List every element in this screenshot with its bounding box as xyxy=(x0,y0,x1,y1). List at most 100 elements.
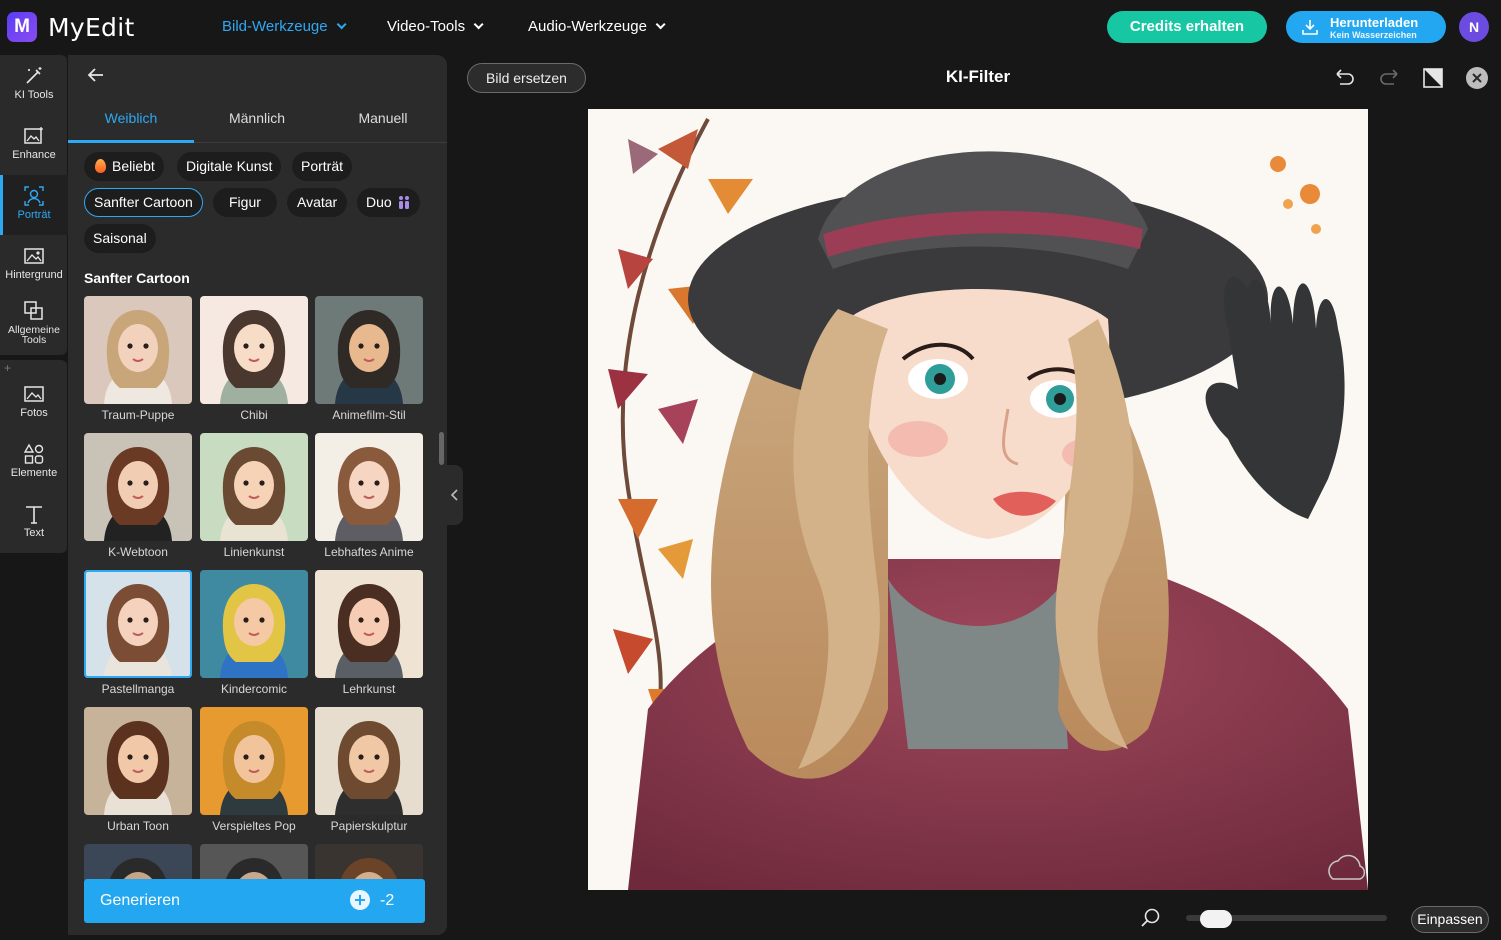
undo-icon[interactable] xyxy=(1333,66,1357,90)
download-label: Herunterladen xyxy=(1330,15,1419,30)
style-card[interactable]: Papierskulptur xyxy=(315,707,423,833)
chevron-down-icon xyxy=(336,19,347,30)
style-card[interactable]: Linienkunst xyxy=(200,433,308,559)
style-card[interactable]: Lehrkunst xyxy=(315,570,423,696)
chip-avatar[interactable]: Avatar xyxy=(287,188,348,217)
style-card[interactable]: Traum-Puppe xyxy=(84,296,192,422)
style-card[interactable] xyxy=(315,844,423,880)
gender-tabs: Weiblich Männlich Manuell xyxy=(68,103,447,143)
style-card[interactable] xyxy=(200,844,308,880)
rail-allgemeine-tools[interactable]: Allgemeine Tools xyxy=(0,290,68,350)
close-button[interactable] xyxy=(1466,67,1488,89)
style-label: Chibi xyxy=(240,408,268,422)
generate-button[interactable]: Generieren -2 xyxy=(84,879,425,923)
chip-sanfter-cartoon[interactable]: Sanfter Cartoon xyxy=(84,188,203,217)
style-card[interactable]: Kindercomic xyxy=(200,570,308,696)
chip-beliebt[interactable]: Beliebt xyxy=(84,152,164,181)
chip-figur[interactable]: Figur xyxy=(213,188,277,217)
style-thumbnail xyxy=(315,844,423,880)
generate-label: Generieren xyxy=(100,892,181,909)
illustration xyxy=(588,109,1368,890)
app-name[interactable]: MyEdit xyxy=(48,13,135,42)
back-arrow-icon[interactable] xyxy=(86,65,106,85)
download-button[interactable]: Herunterladen Kein Wasserzeichen xyxy=(1286,11,1446,43)
compare-icon[interactable] xyxy=(1421,66,1445,90)
fit-button[interactable]: Einpassen xyxy=(1411,906,1489,933)
chip-digitale-kunst[interactable]: Digitale Kunst xyxy=(177,152,282,181)
style-card[interactable]: Chibi xyxy=(200,296,308,422)
style-thumbnail xyxy=(84,707,192,815)
style-card[interactable]: Urban Toon xyxy=(84,707,192,833)
chip-saisonal[interactable]: Saisonal xyxy=(84,224,156,253)
nav-label: Bild-Werkzeuge xyxy=(222,18,328,35)
credits-button[interactable]: Credits erhalten xyxy=(1107,11,1267,43)
nav-video-tools[interactable]: Video-Tools xyxy=(387,18,484,35)
style-label: Lebhaftes Anime xyxy=(324,545,414,559)
rail-label: Elemente xyxy=(10,467,58,479)
style-label: K-Webtoon xyxy=(108,545,168,559)
user-avatar[interactable]: N xyxy=(1459,12,1489,42)
style-card[interactable] xyxy=(84,844,192,880)
chevron-left-icon xyxy=(450,489,458,501)
chip-duo[interactable]: Duo xyxy=(357,188,420,217)
rail-fotos[interactable]: Fotos xyxy=(0,373,68,433)
style-thumbnail xyxy=(315,433,423,541)
nav-audio-werkzeuge[interactable]: Audio-Werkzeuge xyxy=(528,18,666,35)
style-grid: Traum-Puppe Chibi Animefilm-Stil K-Webtoon L… xyxy=(84,296,429,880)
chip-label: Duo xyxy=(366,194,392,210)
nav-label: Video-Tools xyxy=(387,18,466,35)
redo-icon[interactable] xyxy=(1377,66,1401,90)
active-tab-indicator xyxy=(68,140,194,143)
rail-label: KI Tools xyxy=(14,89,54,101)
rail-enhance[interactable]: Enhance xyxy=(0,115,68,175)
left-rail: KI Tools Enhance Porträt Hintergrund All… xyxy=(0,55,68,940)
rail-portraet[interactable]: Porträt xyxy=(0,175,68,235)
general-tools-icon xyxy=(24,301,43,320)
rail-label: Enhance xyxy=(12,149,56,161)
chip-label: Beliebt xyxy=(112,158,155,174)
download-sublabel: Kein Wasserzeichen xyxy=(1330,30,1417,40)
zoom-slider-knob[interactable] xyxy=(1199,910,1232,928)
style-label: Traum-Puppe xyxy=(101,408,175,422)
style-card[interactable]: K-Webtoon xyxy=(84,433,192,559)
nav-bild-werkzeuge[interactable]: Bild-Werkzeuge xyxy=(222,18,347,35)
style-label: Lehrkunst xyxy=(342,682,396,696)
preview-image[interactable] xyxy=(588,109,1368,890)
chevron-down-icon xyxy=(473,19,484,30)
replace-image-button[interactable]: Bild ersetzen xyxy=(467,63,586,93)
style-label: Kindercomic xyxy=(220,682,288,696)
rail-hintergrund[interactable]: Hintergrund xyxy=(0,235,68,295)
rail-text[interactable]: Text xyxy=(0,493,68,553)
rail-ki-tools[interactable]: KI Tools xyxy=(0,55,68,115)
style-thumbnail xyxy=(84,433,192,541)
rail-elemente[interactable]: Elemente xyxy=(0,433,68,493)
style-thumbnail xyxy=(315,570,423,678)
download-icon xyxy=(1302,20,1318,35)
style-thumbnail xyxy=(84,570,192,678)
style-card[interactable]: Pastellmanga xyxy=(84,570,192,696)
collapse-panel-handle[interactable] xyxy=(447,465,463,525)
style-thumbnail xyxy=(200,570,308,678)
style-label: Pastellmanga xyxy=(101,682,175,696)
tab-weiblich[interactable]: Weiblich xyxy=(68,110,194,126)
style-card[interactable]: Lebhaftes Anime xyxy=(315,433,423,559)
close-icon xyxy=(1472,73,1482,83)
zoom-icon[interactable] xyxy=(1140,907,1162,929)
tab-manuell[interactable]: Manuell xyxy=(320,110,446,126)
style-card[interactable]: Animefilm-Stil xyxy=(315,296,423,422)
panel-scrollbar[interactable] xyxy=(439,432,444,465)
style-thumbnail xyxy=(200,844,308,880)
style-thumbnail xyxy=(84,844,192,880)
style-panel: Weiblich Männlich Manuell Beliebt Digita… xyxy=(68,55,447,935)
credit-coin-icon xyxy=(350,890,370,910)
style-thumbnail xyxy=(315,707,423,815)
style-label: Animefilm-Stil xyxy=(332,408,406,422)
style-card[interactable]: Verspieltes Pop xyxy=(200,707,308,833)
logo-icon[interactable]: M xyxy=(7,12,37,42)
style-thumbnail xyxy=(315,296,423,404)
chip-portraet[interactable]: Porträt xyxy=(292,152,353,181)
chevron-down-icon xyxy=(655,19,666,30)
style-label: Urban Toon xyxy=(107,819,169,833)
tab-maennlich[interactable]: Männlich xyxy=(194,110,320,126)
elements-icon xyxy=(23,443,44,464)
